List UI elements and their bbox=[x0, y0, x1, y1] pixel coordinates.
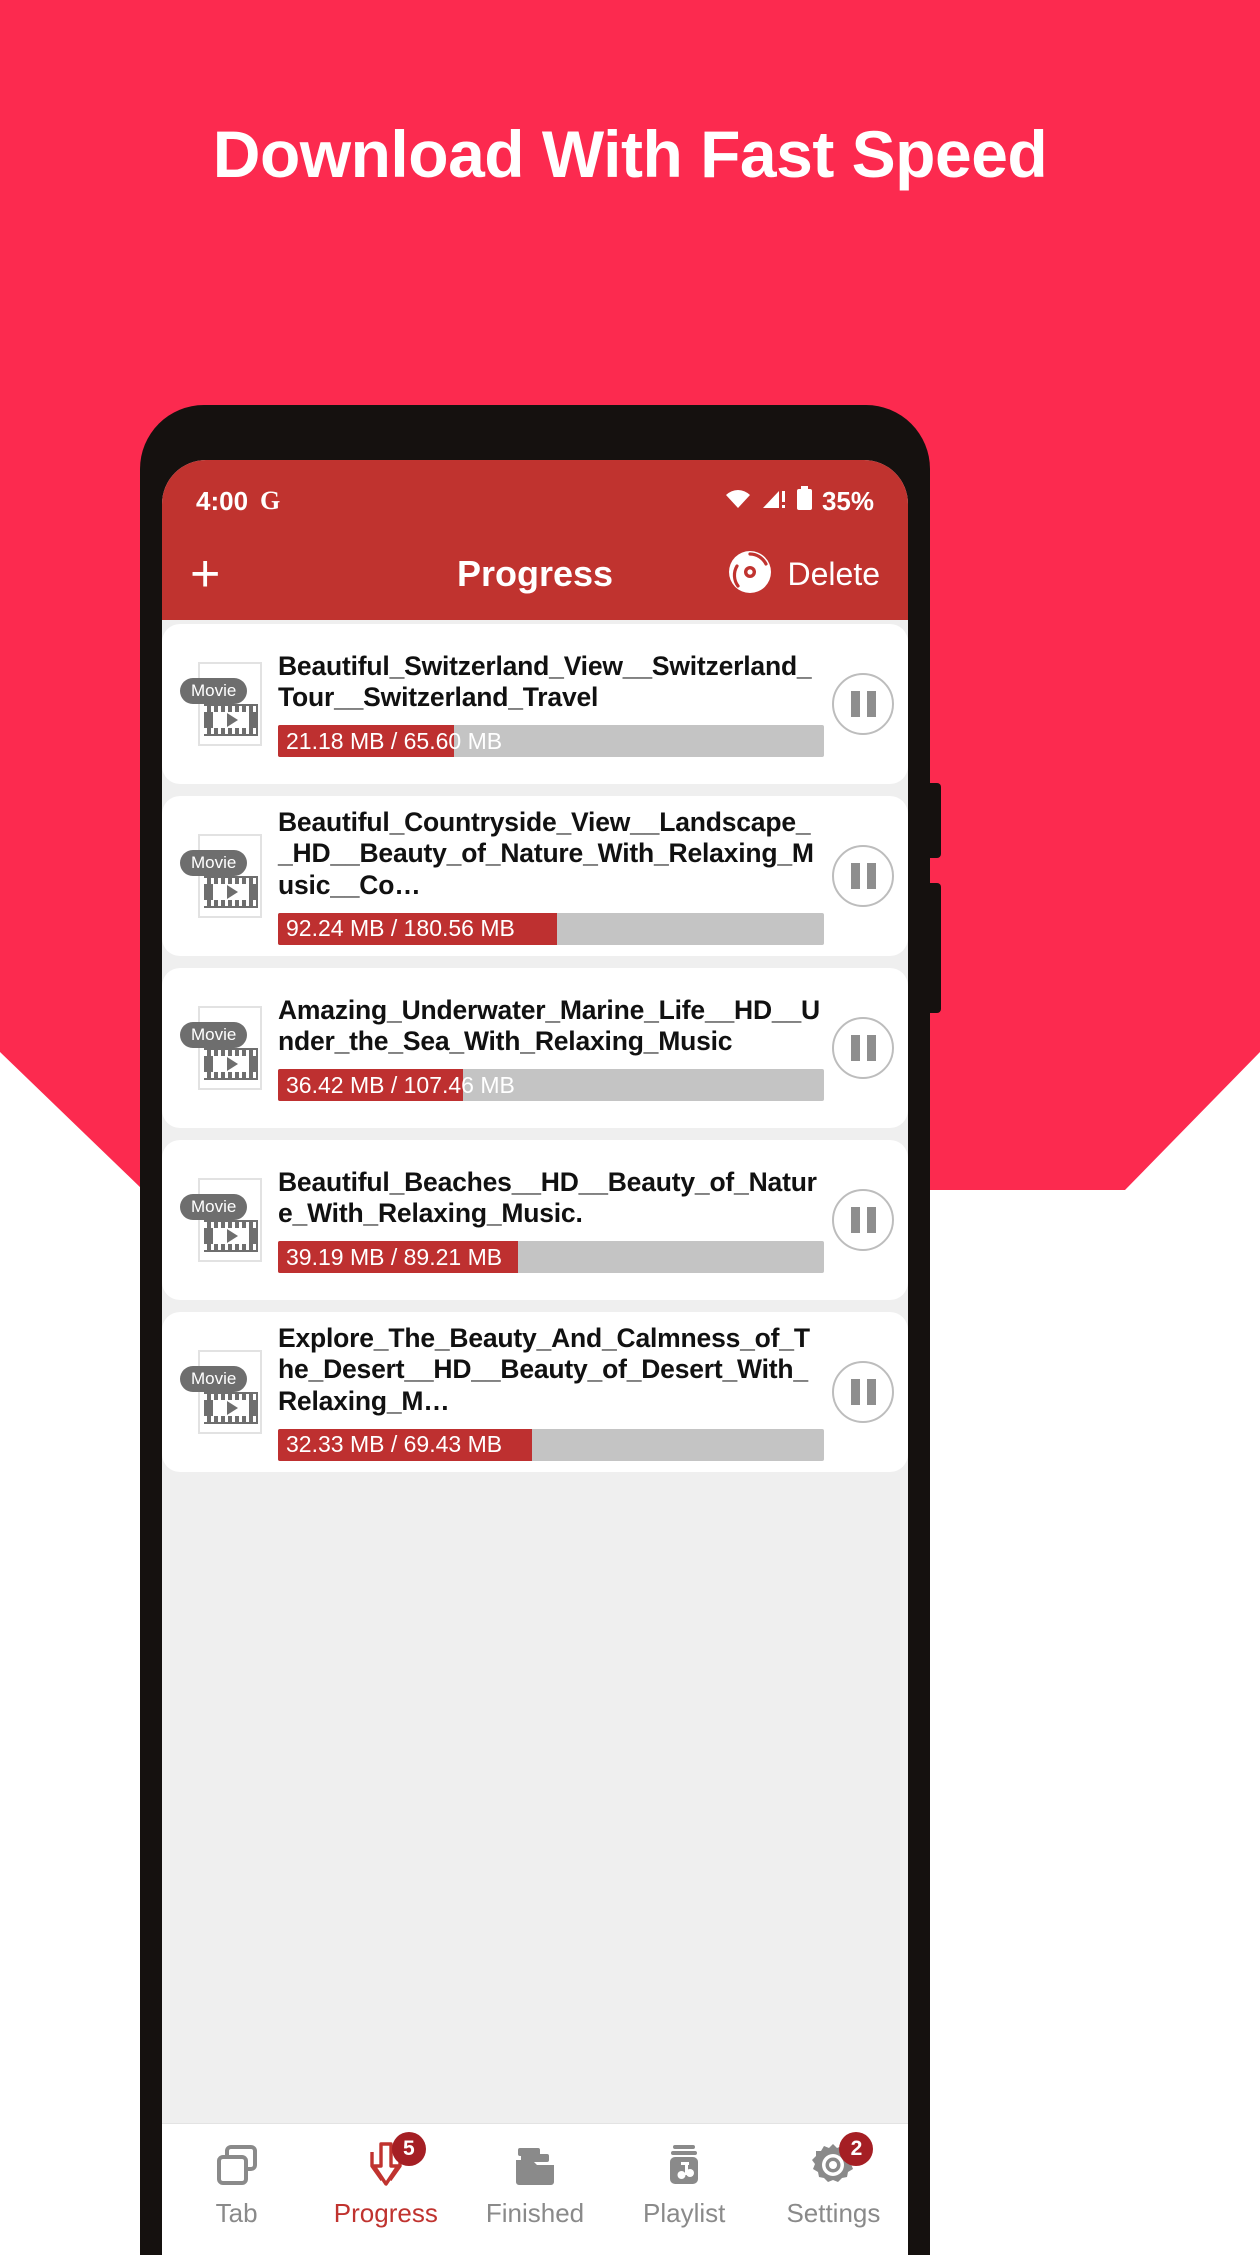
nav-item-settings[interactable]: 2 Settings bbox=[759, 2132, 908, 2229]
nav-badge-progress: 5 bbox=[391, 2132, 426, 2166]
pause-icon[interactable] bbox=[832, 1361, 894, 1423]
download-progress-bar: 36.42 MB / 107.46 MB bbox=[278, 1069, 824, 1102]
clock-label: 4:00 bbox=[196, 485, 249, 516]
download-progress-bar: 32.33 MB / 69.43 MB bbox=[278, 1428, 824, 1461]
play-triangle-icon bbox=[227, 1401, 238, 1415]
thumbnail-type-badge: Movie bbox=[180, 1366, 248, 1392]
download-title: Beautiful_Beaches__HD__Beauty_of_Nature_… bbox=[278, 1166, 817, 1228]
thumbnail-type-badge: Movie bbox=[180, 850, 248, 876]
download-progress-label: 39.19 MB / 89.21 MB bbox=[286, 1243, 503, 1270]
bottom-navigation: Tab 5 Progress Finished Playlist 2 Settings bbox=[162, 2123, 908, 2255]
app-bar: + Progress Delete bbox=[162, 528, 908, 620]
download-item-body: Beautiful_Countryside_View__Landscape__H… bbox=[278, 807, 832, 945]
play-triangle-icon bbox=[227, 713, 238, 727]
film-strip-icon bbox=[204, 876, 258, 908]
google-g-icon: G bbox=[260, 486, 281, 515]
download-title: Explore_The_Beauty_And_Calmness_of_The_D… bbox=[278, 1323, 810, 1416]
movie-thumbnail: Movie bbox=[180, 658, 268, 750]
download-title: Beautiful_Switzerland_View__Switzerland_… bbox=[278, 650, 812, 712]
download-item-body: Beautiful_Switzerland_View__Switzerland_… bbox=[278, 651, 832, 758]
download-item-body: Beautiful_Beaches__HD__Beauty_of_Nature_… bbox=[278, 1167, 832, 1274]
film-strip-icon bbox=[204, 1392, 258, 1424]
download-list[interactable]: Movie Beautiful_Switzerland_View__Switze… bbox=[162, 620, 908, 2123]
play-triangle-icon bbox=[227, 1229, 238, 1243]
download-progress-label: 21.18 MB / 65.60 MB bbox=[286, 727, 503, 754]
download-progress-label: 32.33 MB / 69.43 MB bbox=[286, 1431, 503, 1458]
download-item-body: Explore_The_Beauty_And_Calmness_of_The_D… bbox=[278, 1323, 832, 1461]
battery-icon bbox=[796, 485, 813, 517]
pause-icon[interactable] bbox=[832, 1189, 894, 1251]
movie-thumbnail: Movie bbox=[180, 1346, 268, 1438]
pause-icon[interactable] bbox=[832, 845, 894, 907]
cellular-signal-icon bbox=[761, 486, 787, 517]
film-strip-icon bbox=[204, 1220, 258, 1252]
thumbnail-type-badge: Movie bbox=[180, 1194, 248, 1220]
app-bar-actions: Delete bbox=[726, 548, 881, 601]
status-bar: 4:00 G 35% bbox=[162, 460, 908, 528]
movie-thumbnail: Movie bbox=[180, 1002, 268, 1094]
download-item[interactable]: Movie Explore_The_Beauty_And_Calmness_of… bbox=[162, 1312, 908, 1472]
phone-mockup: 4:00 G 35% + Progress Delete Movie Beaut… bbox=[140, 405, 941, 2255]
download-item[interactable]: Movie Beautiful_Beaches__HD__Beauty_of_N… bbox=[162, 1140, 908, 1300]
film-strip-icon bbox=[204, 1048, 258, 1080]
download-progress-bar: 21.18 MB / 65.60 MB bbox=[278, 725, 824, 758]
download-item[interactable]: Movie Beautiful_Switzerland_View__Switze… bbox=[162, 624, 908, 784]
delete-button[interactable]: Delete bbox=[788, 556, 881, 593]
movie-thumbnail: Movie bbox=[180, 1174, 268, 1266]
thumbnail-type-badge: Movie bbox=[180, 1022, 248, 1048]
page-title: Download With Fast Speed bbox=[212, 117, 1048, 191]
folder-icon bbox=[508, 2138, 562, 2192]
status-bar-left: 4:00 G bbox=[196, 486, 280, 517]
music-note-icon bbox=[657, 2138, 711, 2192]
download-progress-label: 36.42 MB / 107.46 MB bbox=[286, 1071, 515, 1098]
pause-icon[interactable] bbox=[832, 673, 894, 735]
download-item[interactable]: Movie Amazing_Underwater_Marine_Life__HD… bbox=[162, 968, 908, 1128]
nav-item-progress[interactable]: 5 Progress bbox=[311, 2132, 460, 2229]
nav-item-tab[interactable]: Tab bbox=[162, 2138, 311, 2229]
phone-power-button bbox=[929, 883, 941, 1013]
play-triangle-icon bbox=[227, 1057, 238, 1071]
tabs-icon bbox=[210, 2138, 264, 2192]
download-progress-bar: 92.24 MB / 180.56 MB bbox=[278, 912, 824, 945]
nav-item-playlist[interactable]: Playlist bbox=[610, 2138, 759, 2229]
battery-percent-label: 35% bbox=[821, 485, 874, 516]
wifi-icon bbox=[724, 486, 752, 517]
nav-item-finished[interactable]: Finished bbox=[460, 2138, 609, 2229]
phone-screen: 4:00 G 35% + Progress Delete Movie Beaut… bbox=[162, 460, 908, 2255]
download-progress-label: 92.24 MB / 180.56 MB bbox=[286, 915, 515, 942]
download-progress-bar: 39.19 MB / 89.21 MB bbox=[278, 1241, 824, 1274]
pause-icon[interactable] bbox=[832, 1017, 894, 1079]
play-triangle-icon bbox=[227, 885, 238, 899]
nav-label-progress: Progress bbox=[333, 2198, 438, 2228]
film-strip-icon bbox=[204, 704, 258, 736]
movie-thumbnail: Movie bbox=[180, 830, 268, 922]
phone-volume-button bbox=[929, 783, 941, 858]
nav-label-playlist: Playlist bbox=[643, 2198, 726, 2228]
thumbnail-type-badge: Movie bbox=[180, 678, 248, 704]
plus-icon[interactable]: + bbox=[190, 548, 250, 600]
disc-icon[interactable] bbox=[726, 548, 774, 601]
nav-label-finished: Finished bbox=[485, 2198, 585, 2228]
nav-badge-settings: 2 bbox=[839, 2132, 874, 2166]
download-title: Amazing_Underwater_Marine_Life__HD__Unde… bbox=[278, 994, 820, 1056]
status-bar-right: 35% bbox=[724, 485, 874, 517]
download-title: Beautiful_Countryside_View__Landscape__H… bbox=[278, 807, 814, 900]
nav-label-tab: Tab bbox=[215, 2198, 258, 2228]
nav-label-settings: Settings bbox=[786, 2198, 881, 2228]
download-item[interactable]: Movie Beautiful_Countryside_View__Landsc… bbox=[162, 796, 908, 956]
download-item-body: Amazing_Underwater_Marine_Life__HD__Unde… bbox=[278, 995, 832, 1102]
